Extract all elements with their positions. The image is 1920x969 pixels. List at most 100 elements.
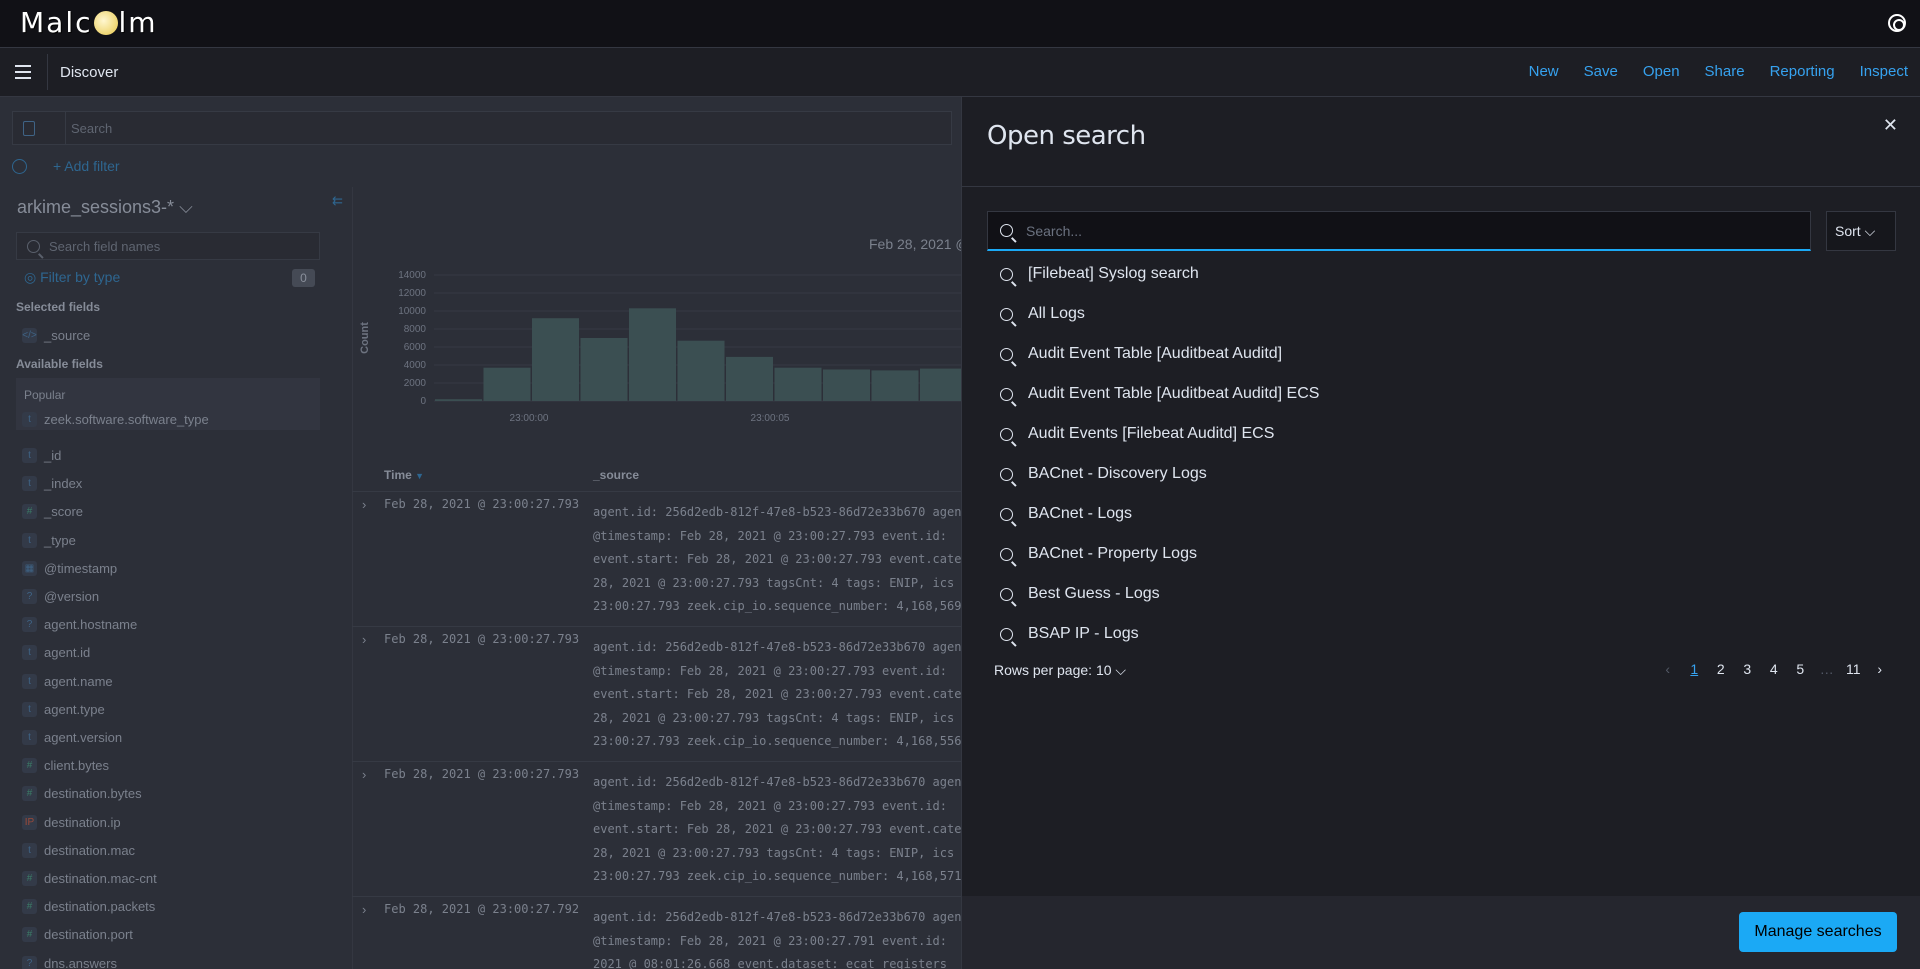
- field-item[interactable]: ? @version: [22, 589, 99, 604]
- field-item[interactable]: t zeek.software.software_type: [22, 412, 209, 427]
- field-item[interactable]: t _index: [22, 476, 82, 492]
- hamburger-menu-icon[interactable]: [15, 65, 31, 79]
- share-link[interactable]: Share: [1705, 63, 1745, 80]
- filter-by-type-label: Filter by type: [40, 269, 121, 285]
- field-type-icon: t: [22, 673, 37, 689]
- search-icon: [1000, 548, 1013, 561]
- close-icon[interactable]: ✕: [1883, 115, 1898, 136]
- field-item[interactable]: # destination.bytes: [22, 786, 142, 802]
- filter-by-type-button[interactable]: ◎ Filter by type: [24, 269, 120, 286]
- y-tick-label: 2000: [404, 378, 427, 389]
- histogram-bar: [726, 356, 773, 401]
- reporting-link[interactable]: Reporting: [1770, 63, 1835, 80]
- search-input[interactable]: [1026, 212, 1796, 250]
- field-item[interactable]: t agent.version: [22, 730, 122, 745]
- page-1[interactable]: 1: [1681, 661, 1708, 677]
- chevron-down-icon: ⌵: [179, 197, 193, 217]
- inspect-link[interactable]: Inspect: [1860, 63, 1908, 80]
- histogram-bar: [871, 370, 919, 401]
- saved-search-title: All Logs: [1028, 305, 1085, 322]
- field-item[interactable]: </> _source: [22, 328, 90, 343]
- rows-per-page-selector[interactable]: Rows per page: 10 ⌵: [994, 662, 1126, 679]
- filter-icon[interactable]: [12, 159, 27, 174]
- add-filter-link[interactable]: + Add filter: [53, 158, 120, 174]
- field-item[interactable]: t destination.mac: [22, 842, 135, 858]
- page-5[interactable]: 5: [1787, 661, 1814, 677]
- field-item[interactable]: # destination.mac-cnt: [22, 871, 157, 886]
- search-icon: [1000, 224, 1013, 237]
- field-item[interactable]: t _id: [22, 448, 61, 463]
- source-line: 23:00:27.793 zeek.cip_io.sequence_number…: [593, 869, 961, 883]
- source-line: agent.id: 256d2edb-812f-47e8-b523-86d72e…: [593, 910, 961, 924]
- column-label: Time: [384, 468, 412, 482]
- field-name: _score: [44, 504, 84, 520]
- expand-row-icon[interactable]: ›: [362, 497, 366, 512]
- help-icon[interactable]: [1888, 14, 1906, 32]
- source-column-header: _source: [593, 468, 640, 482]
- field-item[interactable]: # _score: [22, 504, 84, 520]
- field-type-icon: </>: [22, 328, 37, 343]
- field-search-input[interactable]: Search field names: [16, 232, 320, 260]
- field-item[interactable]: ▦ @timestamp: [22, 560, 117, 576]
- query-input[interactable]: Search: [71, 121, 112, 136]
- y-axis-label: Count: [359, 322, 371, 354]
- open-search-flyout: Open search ✕ Sort ⌵ [Filebeat] Syslog s…: [961, 97, 1920, 969]
- y-tick-label: 6000: [404, 342, 427, 353]
- field-item[interactable]: ? dns.answers: [22, 955, 117, 969]
- expand-row-icon[interactable]: ›: [362, 902, 366, 917]
- time-column-header[interactable]: Time ▼: [384, 468, 424, 482]
- discover-page-masked[interactable]: Search + Add filter arkime_sessions3-* ⌵…: [0, 97, 961, 969]
- field-item[interactable]: # client.bytes: [22, 758, 109, 774]
- previous-page-icon[interactable]: ‹: [1655, 661, 1682, 677]
- divider: [352, 896, 961, 897]
- saved-query-icon[interactable]: [23, 121, 35, 136]
- new-link[interactable]: New: [1529, 63, 1559, 80]
- selected-fields-heading: Selected fields: [16, 300, 101, 314]
- index-pattern-selector[interactable]: arkime_sessions3-* ⌵: [17, 197, 193, 218]
- field-type-icon: #: [22, 927, 37, 943]
- collapse-sidebar-icon[interactable]: ⇇: [332, 193, 343, 209]
- field-type-icon: IP: [22, 814, 37, 830]
- sort-button[interactable]: Sort ⌵: [1826, 211, 1896, 251]
- chevron-down-icon: ⌵: [1864, 223, 1876, 239]
- histogram-bar: [435, 399, 482, 401]
- next-page-icon[interactable]: ›: [1867, 661, 1894, 677]
- manage-searches-button[interactable]: Manage searches: [1739, 912, 1897, 952]
- page-2[interactable]: 2: [1708, 661, 1735, 677]
- source-line: 2021 @ 08:01:26.668 event.dataset: ecat_…: [593, 957, 948, 969]
- divider: [47, 54, 48, 90]
- field-item[interactable]: IP destination.ip: [22, 814, 121, 830]
- page-4[interactable]: 4: [1761, 661, 1788, 677]
- field-name: destination.port: [44, 927, 133, 943]
- field-item[interactable]: ? agent.hostname: [22, 617, 138, 633]
- histogram-chart: 14000 12000 10000 8000 6000 4000 2000 0 Count 23:…: [359, 270, 961, 424]
- query-bar[interactable]: Search: [12, 111, 952, 145]
- flyout-title: Open search: [987, 121, 1146, 151]
- field-type-icon: t: [22, 532, 37, 548]
- search-icon: [1000, 268, 1013, 281]
- row-time: Feb 28, 2021 @ 23:00:27.792: [384, 902, 580, 916]
- search-icon: [1000, 628, 1013, 641]
- row-time: Feb 28, 2021 @ 23:00:27.793: [384, 632, 580, 646]
- field-item[interactable]: # destination.port: [22, 927, 133, 943]
- saved-search-title: Audit Event Table [Auditbeat Auditd]: [1028, 345, 1283, 362]
- field-item[interactable]: t agent.id: [22, 645, 90, 661]
- histogram-bar: [483, 367, 531, 401]
- source-line: event.start: Feb 28, 2021 @ 23:00:27.793…: [593, 822, 961, 836]
- save-link[interactable]: Save: [1584, 63, 1618, 80]
- expand-row-icon[interactable]: ›: [362, 632, 366, 647]
- saved-search-input[interactable]: [987, 211, 1811, 251]
- field-item[interactable]: t _type: [22, 532, 76, 548]
- page-3[interactable]: 3: [1734, 661, 1761, 677]
- histogram-bar: [774, 367, 822, 401]
- field-item[interactable]: # destination.packets: [22, 899, 155, 915]
- field-item[interactable]: t agent.name: [22, 673, 113, 689]
- malcolm-logo[interactable]: Malc lm: [20, 6, 158, 39]
- expand-row-icon[interactable]: ›: [362, 767, 366, 782]
- field-item[interactable]: t agent.type: [22, 701, 105, 717]
- open-link[interactable]: Open: [1643, 63, 1680, 80]
- divider: [962, 186, 1920, 187]
- field-name: agent.hostname: [44, 617, 138, 633]
- available-fields-heading: Available fields: [16, 357, 103, 371]
- page-11[interactable]: 11: [1840, 661, 1867, 677]
